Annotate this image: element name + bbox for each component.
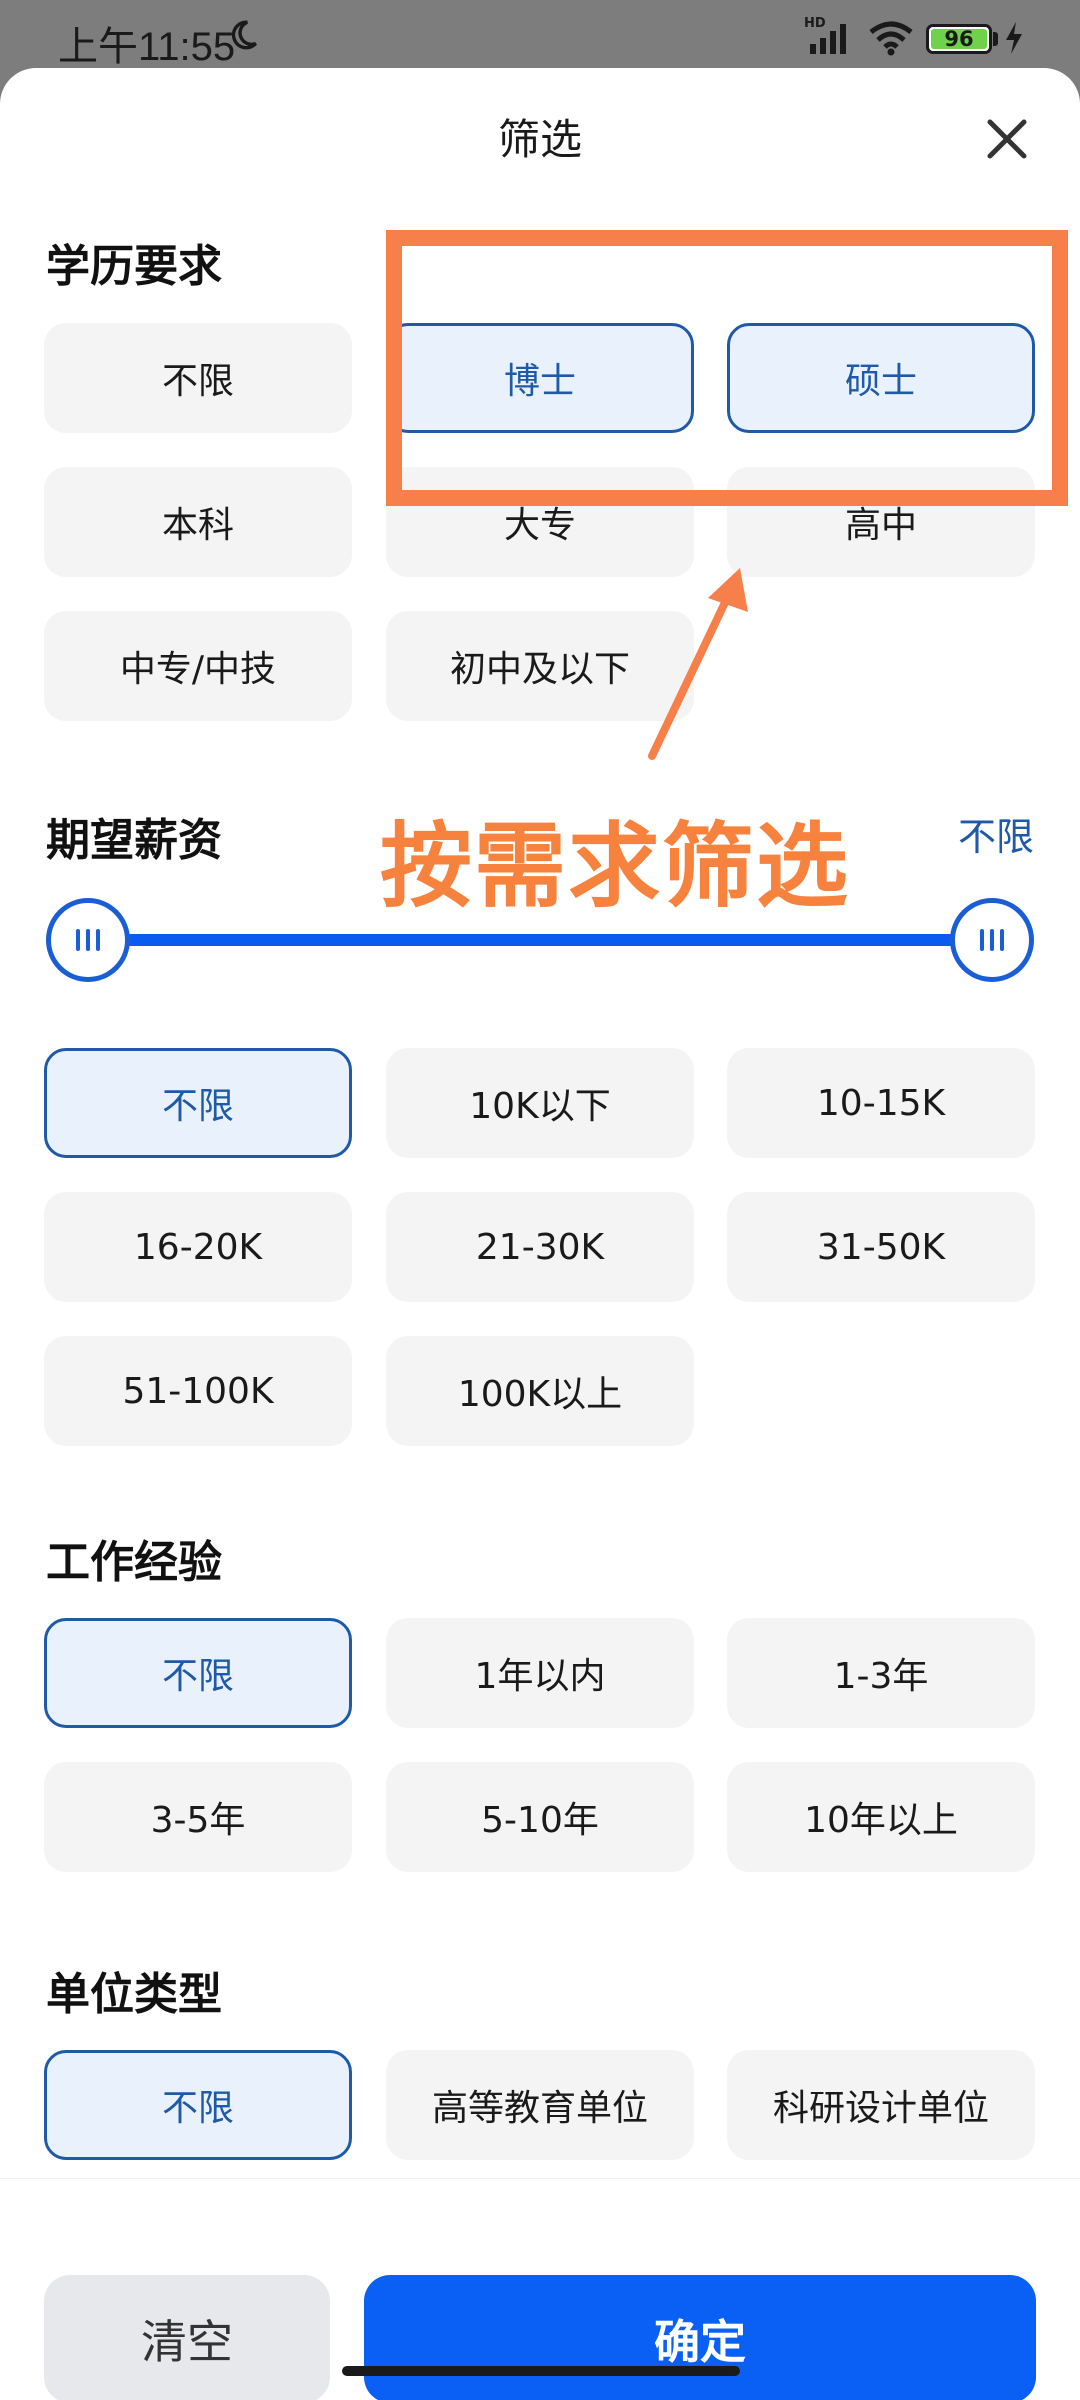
unit-type-chip-unlimited[interactable]: 不限 bbox=[44, 2050, 352, 2160]
education-chip-bachelor[interactable]: 本科 bbox=[44, 467, 352, 577]
salary-chip-31-50k[interactable]: 31-50K bbox=[727, 1192, 1035, 1302]
close-icon[interactable] bbox=[982, 114, 1032, 164]
annotation-callout: 按需求筛选 bbox=[380, 813, 851, 920]
confirm-button[interactable]: 确定 bbox=[364, 2275, 1036, 2400]
experience-chip-3-5y[interactable]: 3-5年 bbox=[44, 1762, 352, 1872]
annotation-highlight-box bbox=[386, 230, 1068, 506]
status-time: 上午11:55 bbox=[58, 25, 236, 69]
battery-icon: 96 bbox=[926, 24, 992, 54]
education-title: 学历要求 bbox=[46, 241, 222, 292]
home-indicator[interactable] bbox=[342, 2366, 740, 2376]
unit-type-chip-higher-education[interactable]: 高等教育单位 bbox=[386, 2050, 694, 2160]
clear-button[interactable]: 清空 bbox=[44, 2275, 330, 2400]
salary-chip-51-100k[interactable]: 51-100K bbox=[44, 1336, 352, 1446]
salary-slider-min-handle[interactable] bbox=[46, 898, 130, 982]
salary-range-label: 不限 bbox=[958, 815, 1035, 859]
battery-tip bbox=[993, 32, 998, 46]
experience-chip-5-10y[interactable]: 5-10年 bbox=[386, 1762, 694, 1872]
signal-icon bbox=[810, 24, 846, 54]
salary-chip-under-10k[interactable]: 10K以下 bbox=[386, 1048, 694, 1158]
salary-chip-unlimited[interactable]: 不限 bbox=[44, 1048, 352, 1158]
salary-chip-21-30k[interactable]: 21-30K bbox=[386, 1192, 694, 1302]
salary-slider-track[interactable] bbox=[88, 934, 992, 946]
unit-type-chip-research-design[interactable]: 科研设计单位 bbox=[727, 2050, 1035, 2160]
salary-chip-over-100k[interactable]: 100K以上 bbox=[386, 1336, 694, 1446]
battery-level: 96 bbox=[931, 29, 987, 50]
experience-chip-1-3y[interactable]: 1-3年 bbox=[727, 1618, 1035, 1728]
experience-chip-under-1y[interactable]: 1年以内 bbox=[386, 1618, 694, 1728]
status-bar: 上午11:55 HD 96 bbox=[0, 0, 1080, 70]
education-chip-vocational[interactable]: 中专/中技 bbox=[44, 611, 352, 721]
sheet-title: 筛选 bbox=[497, 115, 582, 164]
filter-sheet: 筛选 学历要求 不限 博士 硕士 本科 大专 高中 中专/中技 初中及以下 期望… bbox=[0, 68, 1080, 2400]
education-chip-unlimited[interactable]: 不限 bbox=[44, 323, 352, 433]
annotation-arrow bbox=[648, 568, 748, 760]
moon-icon bbox=[231, 20, 258, 50]
charging-icon bbox=[1006, 22, 1022, 54]
experience-chip-over-10y[interactable]: 10年以上 bbox=[727, 1762, 1035, 1872]
unit-type-title: 单位类型 bbox=[46, 1969, 222, 2020]
experience-title: 工作经验 bbox=[46, 1537, 222, 1588]
salary-title: 期望薪资 bbox=[46, 815, 222, 866]
salary-chip-10-15k[interactable]: 10-15K bbox=[727, 1048, 1035, 1158]
experience-chip-unlimited[interactable]: 不限 bbox=[44, 1618, 352, 1728]
salary-chip-16-20k[interactable]: 16-20K bbox=[44, 1192, 352, 1302]
salary-slider-max-handle[interactable] bbox=[950, 898, 1034, 982]
wifi-icon bbox=[869, 21, 913, 56]
